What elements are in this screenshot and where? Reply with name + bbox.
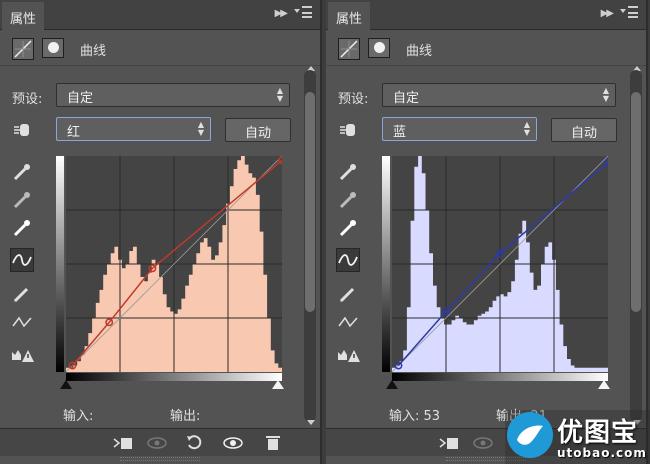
input-readout: 输入: <box>63 405 93 424</box>
select-arrows-icon: ▲ ▼ <box>602 86 609 103</box>
panel-titlebar: 属性 ▶▶ <box>326 0 646 30</box>
curves-graph[interactable] <box>65 155 286 373</box>
panel-menu-icon[interactable] <box>620 6 640 20</box>
hand-target-icon[interactable] <box>10 118 34 142</box>
select-arrows-icon: ▲ ▼ <box>523 120 530 137</box>
adjustment-header: 曲线 <box>0 30 320 66</box>
white-point-slider[interactable] <box>272 380 284 389</box>
black-point-slider[interactable] <box>60 380 72 389</box>
channel-value: 红 <box>67 125 81 140</box>
curves-graph-canvas[interactable] <box>65 155 286 373</box>
toggle-visibility-icon[interactable] <box>222 433 244 453</box>
input-value[interactable]: 53 <box>424 409 441 424</box>
input-label: 输入: <box>389 409 420 424</box>
view-previous-state-icon[interactable] <box>146 433 168 453</box>
trash-icon[interactable] <box>262 433 284 453</box>
output-label: 输出: <box>170 409 201 424</box>
white-point-slider[interactable] <box>598 380 610 389</box>
curves-graph[interactable] <box>391 155 612 373</box>
resize-grip[interactable] <box>120 457 200 461</box>
properties-tab[interactable]: 属性 <box>328 2 371 30</box>
properties-panel-red: 属性 ▶▶ 曲线 预设: 自定 ▲ ▼ 红 ▲ ▼ 自动 输入: 输出: <box>0 0 322 464</box>
auto-button[interactable]: 自动 <box>225 118 291 142</box>
scrollbar[interactable] <box>304 70 316 422</box>
scroll-thumb[interactable] <box>631 92 641 312</box>
scroll-down-icon[interactable] <box>307 420 315 425</box>
adjustment-header: 曲线 <box>326 30 646 66</box>
panel-titlebar: 属性 ▶▶ <box>0 0 320 30</box>
clipping-warning-icon[interactable] <box>336 342 360 366</box>
properties-tab[interactable]: 属性 <box>2 2 45 30</box>
curves-graph-canvas[interactable] <box>391 155 612 373</box>
input-readout: 输入: 53 <box>389 405 440 424</box>
preset-label: 预设: <box>338 92 369 107</box>
eyedropper-black-icon[interactable] <box>336 160 360 184</box>
channel-select[interactable]: 红 ▲ ▼ <box>56 117 211 141</box>
collapse-panel-icon[interactable]: ▶▶ <box>601 8 614 19</box>
output-readout: 输出: <box>170 405 200 424</box>
panel-menu-icon[interactable] <box>294 6 314 20</box>
select-arrows-icon: ▲ ▼ <box>276 86 283 103</box>
properties-panel-blue: 属性 ▶▶ 曲线 预设: 自定 ▲ ▼ 蓝 ▲ ▼ 自动 输入: 53 输出: <box>326 0 648 464</box>
preset-label: 预设: <box>12 92 43 107</box>
pencil-icon[interactable] <box>10 282 34 306</box>
adjustment-title: 曲线 <box>80 44 107 59</box>
curve-point-tool-icon[interactable] <box>10 248 34 272</box>
view-previous-state-icon[interactable] <box>472 433 494 453</box>
output-gradient-bar <box>382 156 390 372</box>
watermark-url: utobao.com <box>557 446 647 460</box>
curves-adjustment-icon[interactable] <box>338 38 360 60</box>
black-point-slider[interactable] <box>386 380 398 389</box>
channel-select[interactable]: 蓝 ▲ ▼ <box>382 117 537 141</box>
preset-select[interactable]: 自定 ▲ ▼ <box>382 83 616 107</box>
eyedropper-gray-icon[interactable] <box>336 188 360 212</box>
preset-select[interactable]: 自定 ▲ ▼ <box>56 83 290 107</box>
input-gradient-bar <box>392 373 608 381</box>
input-label: 输入: <box>63 409 94 424</box>
eyedropper-gray-icon[interactable] <box>10 188 34 212</box>
auto-button[interactable]: 自动 <box>551 118 617 142</box>
collapse-panel-icon[interactable]: ▶▶ <box>275 8 288 19</box>
clip-to-layer-icon[interactable] <box>438 433 460 453</box>
channel-value: 蓝 <box>393 125 407 140</box>
eyedropper-black-icon[interactable] <box>10 160 34 184</box>
bird-logo-icon <box>507 412 553 458</box>
smooth-curve-icon[interactable] <box>10 310 34 334</box>
pencil-icon[interactable] <box>336 282 360 306</box>
output-gradient-bar <box>56 156 64 372</box>
watermark-brand: 优图宝 <box>557 418 639 448</box>
preset-value: 自定 <box>393 91 420 106</box>
eyedropper-white-icon[interactable] <box>336 216 360 240</box>
layer-mask-icon[interactable] <box>42 38 64 58</box>
curves-adjustment-icon[interactable] <box>12 38 34 60</box>
eyedropper-white-icon[interactable] <box>10 216 34 240</box>
panel-footer <box>0 428 320 456</box>
reset-icon[interactable] <box>184 433 206 453</box>
curve-point-tool-icon[interactable] <box>336 248 360 272</box>
adjustment-title: 曲线 <box>406 44 433 59</box>
clip-to-layer-icon[interactable] <box>112 433 134 453</box>
preset-value: 自定 <box>67 91 94 106</box>
input-gradient-bar <box>66 373 282 381</box>
select-arrows-icon: ▲ ▼ <box>197 120 204 137</box>
clipping-warning-icon[interactable] <box>10 342 34 366</box>
smooth-curve-icon[interactable] <box>336 310 360 334</box>
hand-target-icon[interactable] <box>336 118 360 142</box>
scrollbar[interactable] <box>630 70 642 422</box>
watermark: 优图宝 utobao.com <box>505 410 650 464</box>
layer-mask-icon[interactable] <box>368 38 390 58</box>
scroll-thumb[interactable] <box>305 92 315 312</box>
